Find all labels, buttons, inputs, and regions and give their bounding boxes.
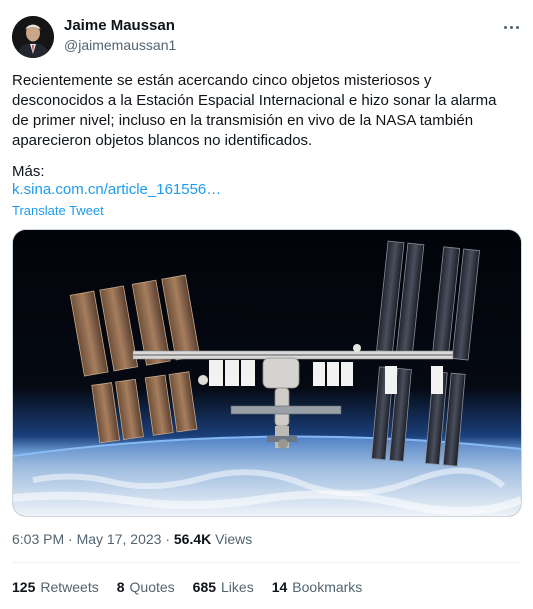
avatar-portrait-icon bbox=[12, 16, 54, 58]
author-name[interactable]: Jaime Maussan bbox=[64, 17, 175, 34]
retweets-count: 125 bbox=[12, 579, 36, 595]
bookmarks-stat[interactable]: 14 Bookmarks bbox=[272, 579, 363, 595]
translate-tweet-button[interactable]: Translate Tweet bbox=[12, 203, 104, 218]
more-label: Más: bbox=[12, 163, 45, 180]
views-count: 56.4K bbox=[173, 531, 212, 547]
author-handle[interactable]: @jaimemaussan1 bbox=[64, 37, 176, 53]
article-link[interactable]: k.sina.com.cn/article_161556… bbox=[12, 181, 221, 198]
avatar[interactable] bbox=[12, 16, 54, 58]
tweet-text: Recientemente se están acercando cinco o… bbox=[12, 72, 497, 149]
retweets-label: Retweets bbox=[40, 579, 99, 595]
engagement-stats: 125 Retweets 8 Quotes 685 Likes 14 Bookmarks bbox=[12, 579, 362, 595]
likes-count: 685 bbox=[192, 579, 217, 595]
divider bbox=[12, 562, 520, 563]
meta-separator: · bbox=[165, 531, 170, 547]
meta-separator: · bbox=[68, 531, 73, 547]
likes-stat[interactable]: 685 Likes bbox=[193, 579, 254, 595]
tweet-time[interactable]: 6:03 PM bbox=[12, 531, 64, 547]
quotes-label: Quotes bbox=[129, 579, 175, 595]
bookmarks-label: Bookmarks bbox=[292, 579, 363, 595]
retweets-stat[interactable]: 125 Retweets bbox=[12, 579, 99, 595]
bookmarks-count: 14 bbox=[271, 579, 288, 595]
more-dot-icon bbox=[509, 25, 513, 29]
quotes-stat[interactable]: 8 Quotes bbox=[117, 579, 175, 595]
space-station-image bbox=[13, 230, 521, 516]
views-label: Views bbox=[215, 531, 253, 547]
more-options-button[interactable] bbox=[500, 16, 522, 38]
tweet-card: Jaime Maussan @jaimemaussan1 Recientemen… bbox=[0, 0, 533, 609]
more-dot-icon bbox=[515, 25, 519, 29]
likes-label: Likes bbox=[221, 579, 254, 595]
tweet-date[interactable]: May 17, 2023 bbox=[77, 531, 162, 547]
more-dot-icon bbox=[503, 25, 507, 29]
tweet-metadata: 6:03 PM · May 17, 2023 · 56.4K Views bbox=[12, 531, 252, 547]
tweet-media-image[interactable] bbox=[12, 229, 522, 517]
quotes-count: 8 bbox=[116, 579, 125, 595]
